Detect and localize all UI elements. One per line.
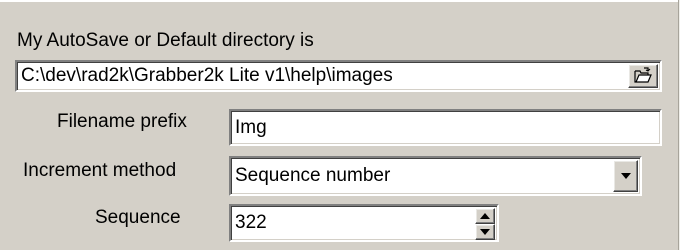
filename-prefix-input[interactable]	[229, 109, 662, 146]
sequence-spinner[interactable]	[229, 204, 499, 242]
spin-down-icon	[480, 229, 490, 235]
filename-prefix-input-text[interactable]	[235, 111, 656, 144]
sequence-label: Sequence	[95, 207, 181, 228]
directory-path-field[interactable]: C:\dev\rad2k\Grabber2k Lite v1\help\imag…	[15, 60, 662, 92]
open-folder-icon	[633, 67, 653, 85]
sequence-input[interactable]	[235, 206, 465, 240]
browse-folder-button[interactable]	[628, 64, 658, 88]
sequence-decrement-button[interactable]	[475, 224, 495, 240]
increment-method-label: Increment method	[23, 160, 177, 181]
filename-prefix-label: Filename prefix	[57, 111, 187, 132]
panel-right-edge	[678, 0, 680, 250]
increment-method-select[interactable]: Sequence number	[229, 156, 642, 196]
autosave-directory-label: My AutoSave or Default directory is	[17, 30, 314, 51]
increment-method-dropdown-button[interactable]	[613, 160, 638, 192]
chevron-down-icon	[620, 173, 631, 179]
autosave-settings-panel: My AutoSave or Default directory is C:\d…	[0, 0, 680, 250]
sequence-increment-button[interactable]	[475, 208, 495, 224]
spin-up-icon	[480, 213, 490, 219]
directory-path-text: C:\dev\rad2k\Grabber2k Lite v1\help\imag…	[21, 65, 393, 86]
increment-method-selected: Sequence number	[235, 165, 391, 186]
panel-top-edge	[0, 0, 680, 2]
